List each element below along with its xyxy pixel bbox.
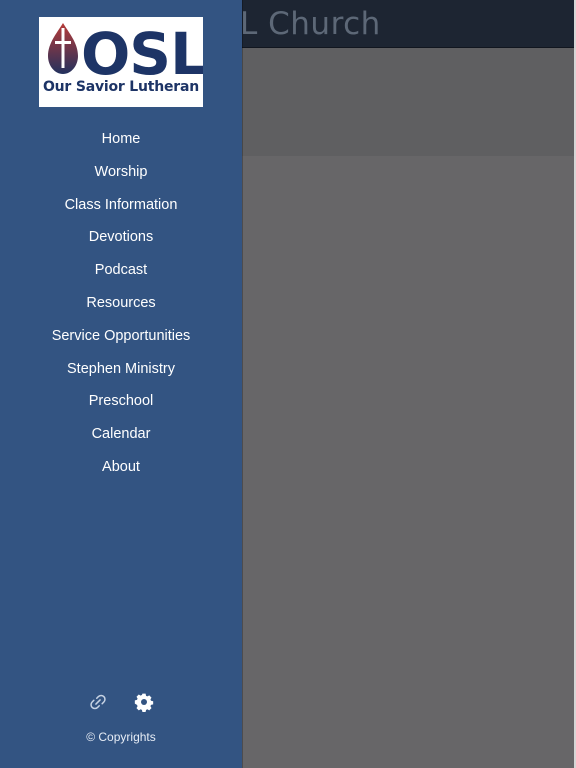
menu-item-preschool[interactable]: Preschool (0, 385, 242, 418)
menu-item-class-information[interactable]: Class Information (0, 189, 242, 222)
logo-subtitle: Our Savior Lutheran (42, 79, 200, 95)
drawer-menu: Home Worship Class Information Devotions… (0, 123, 242, 484)
menu-item-service-opportunities[interactable]: Service Opportunities (0, 320, 242, 353)
menu-item-resources[interactable]: Resources (0, 287, 242, 320)
drop-cross-icon (48, 23, 78, 74)
osl-logo: OSL Our Savior Lutheran (39, 17, 203, 107)
menu-item-podcast[interactable]: Podcast (0, 254, 242, 287)
copyright-text: © Copyrights (86, 730, 156, 744)
menu-item-home[interactable]: Home (0, 123, 242, 156)
menu-item-stephen-ministry[interactable]: Stephen Ministry (0, 353, 242, 386)
gear-icon[interactable] (134, 692, 154, 712)
drawer-footer-actions (0, 692, 242, 714)
menu-item-worship[interactable]: Worship (0, 156, 242, 189)
app-screen: L Church OSL Our Savior Lutheran Home Wo… (0, 0, 576, 768)
app-title: L Church (240, 6, 381, 42)
menu-item-about[interactable]: About (0, 451, 242, 484)
menu-item-calendar[interactable]: Calendar (0, 418, 242, 451)
navigation-drawer: OSL Our Savior Lutheran Home Worship Cla… (0, 0, 242, 768)
menu-item-devotions[interactable]: Devotions (0, 221, 242, 254)
link-icon[interactable] (88, 692, 108, 712)
